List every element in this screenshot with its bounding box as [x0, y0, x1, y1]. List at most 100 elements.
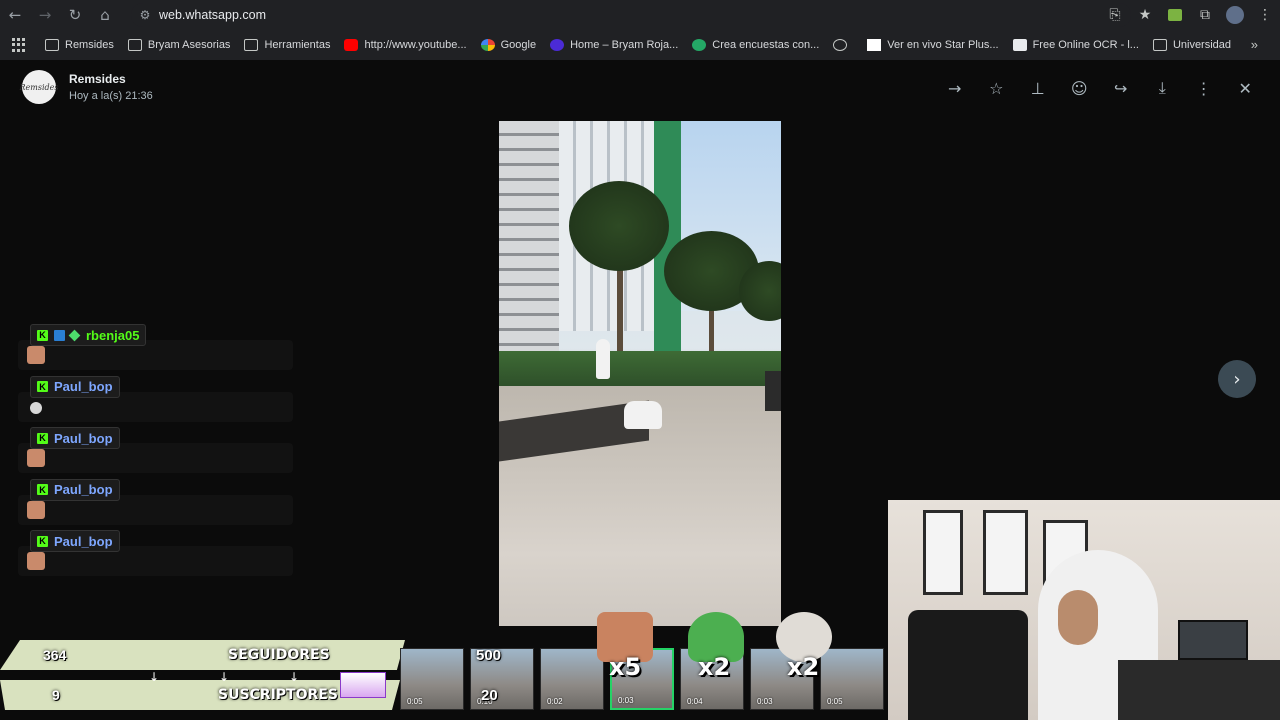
media-thumbnail[interactable]: 0:05: [820, 648, 884, 710]
bookmark-label: Remsides: [65, 39, 114, 51]
media-thumbnail[interactable]: 0:05: [400, 648, 464, 710]
bookmark-label: Ver en vivo Star Plus...: [887, 39, 999, 51]
pin-icon[interactable]: ⊥: [1017, 76, 1059, 100]
react-emoji-icon[interactable]: ☺: [1059, 76, 1101, 100]
bookmark-youtube[interactable]: http://www.youtube...: [337, 32, 473, 58]
verified-badge-icon: [54, 329, 65, 341]
down-arrow-icon: ↓: [289, 670, 300, 684]
media-thumbnail[interactable]: 0:02: [540, 648, 604, 710]
bookmark-universidad[interactable]: Universidad: [1146, 32, 1238, 58]
video-frame[interactable]: [499, 121, 781, 626]
followers-count: 364: [43, 647, 67, 663]
thumbnail-duration: 0:05: [407, 697, 423, 706]
profile-avatar-icon[interactable]: [1220, 0, 1250, 30]
home-icon[interactable]: ⌂: [90, 0, 120, 30]
close-icon[interactable]: ✕: [1225, 76, 1267, 100]
bookmark-google[interactable]: Google: [474, 32, 543, 58]
down-arrow-icon: ↓: [219, 670, 230, 684]
ocr-icon: [1012, 39, 1027, 51]
next-media-chevron-icon[interactable]: ›: [1218, 360, 1256, 398]
bookmark-label: Herramientas: [264, 39, 331, 51]
address-bar[interactable]: ⚙ web.whatsapp.com: [131, 3, 1131, 27]
video-building-left: [499, 121, 559, 351]
bookmark-globe[interactable]: [826, 32, 860, 58]
bookmark-remsides[interactable]: Remsides: [38, 32, 121, 58]
bookmark-star-plus[interactable]: Ver en vivo Star Plus...: [860, 32, 1005, 58]
install-app-icon[interactable]: ⎘: [1100, 0, 1130, 30]
chat-message: K rbenja05: [18, 322, 298, 374]
bookmark-home-bryam[interactable]: Home – Bryam Roja...: [543, 32, 685, 58]
desk: [1118, 660, 1280, 720]
google-icon: [480, 39, 495, 51]
forward-icon[interactable]: ↪: [1100, 76, 1142, 100]
desk-monitor: [1178, 620, 1248, 660]
bookmarks-bar: Remsides Bryam Asesorias Herramientas ht…: [0, 30, 1280, 60]
kick-badge-icon: K: [37, 432, 48, 444]
chat-username: Paul_bop: [54, 430, 113, 446]
back-arrow-icon[interactable]: ←: [0, 0, 30, 30]
star-icon[interactable]: ☆: [976, 76, 1018, 100]
chat-message: K Paul_bop: [18, 477, 298, 529]
thumbnail-duration: 0:05: [827, 697, 843, 706]
folder-icon: [45, 39, 59, 51]
kick-badge-icon: K: [37, 329, 48, 341]
globe-icon: [833, 39, 848, 51]
kick-badge-icon: K: [37, 484, 48, 495]
bookmark-star-icon[interactable]: ★: [1130, 0, 1160, 30]
extensions-puzzle-icon[interactable]: ⧉: [1190, 0, 1220, 30]
more-bookmarks-icon[interactable]: »: [1251, 37, 1258, 52]
bookmark-label: Universidad: [1172, 39, 1232, 51]
youtube-icon: [344, 39, 359, 51]
bookmark-label: Free Online OCR - l...: [1032, 39, 1139, 51]
chat-username: Paul_bop: [54, 379, 113, 394]
thumbnail-duration: 0:03: [618, 696, 634, 705]
diamond-badge-icon: [68, 329, 81, 341]
chat-message: K Paul_bop: [18, 528, 298, 580]
video-hedge: [499, 351, 781, 391]
bookmark-label: Home – Bryam Roja...: [570, 39, 679, 51]
selected-thumbnail[interactable]: [340, 672, 386, 698]
bookmark-encuestas[interactable]: Crea encuestas con...: [685, 32, 826, 58]
multiplier-label: x5: [609, 653, 642, 681]
bookmark-ocr[interactable]: Free Online OCR - l...: [1006, 32, 1146, 58]
chat-message: K Paul_bop: [18, 374, 298, 426]
followers-label: SEGUIDORES: [228, 647, 330, 663]
thumbnail-duration: 0:02: [547, 697, 563, 706]
palm-tree: [569, 181, 669, 271]
chat-username-tag: K Paul_bop: [30, 530, 120, 552]
download-icon[interactable]: ⤓: [1142, 76, 1184, 100]
chat-username-tag: K rbenja05: [30, 324, 147, 346]
wall-frame: [983, 510, 1028, 595]
forward-arrow-icon[interactable]: →: [30, 0, 60, 30]
kick-badge-icon: K: [37, 535, 48, 547]
multiplier-label: x2: [698, 653, 731, 681]
apps-grid-icon[interactable]: [12, 38, 26, 52]
subs-label: SUSCRIPTORES: [218, 687, 338, 703]
reload-icon[interactable]: ↻: [60, 0, 90, 30]
goal-bottom-number: 20: [481, 687, 498, 704]
site-settings-icon[interactable]: ⚙: [131, 8, 159, 22]
bookmark-herramientas[interactable]: Herramientas: [237, 32, 337, 58]
bookmark-bryam-asesorias[interactable]: Bryam Asesorias: [121, 32, 238, 58]
wall-frame: [923, 510, 963, 595]
emote-icon: [27, 346, 45, 364]
down-arrow-icon: ↓: [149, 670, 160, 684]
kick-badge-icon: K: [37, 381, 48, 392]
streamer-face: [1058, 590, 1098, 645]
bookmark-label: Bryam Asesorias: [147, 39, 231, 51]
folder-icon: [1152, 39, 1167, 51]
browser-menu-icon[interactable]: ⋮: [1250, 0, 1280, 30]
extension-icon[interactable]: [1160, 0, 1190, 30]
more-options-icon[interactable]: ⋮: [1183, 76, 1225, 100]
sender-time: Hoy a la(s) 21:36: [69, 90, 153, 102]
emote-icon: [30, 401, 42, 414]
bookmark-label: Crea encuestas con...: [712, 39, 820, 51]
address-url[interactable]: web.whatsapp.com: [159, 8, 266, 22]
viewer-toolbar: → ☆ ⊥ ☺ ↪ ⤓ ⋮ ✕: [934, 76, 1266, 100]
survey-icon: [692, 39, 707, 51]
sender-avatar[interactable]: Remsides: [20, 70, 58, 104]
streamer-webcam: [888, 500, 1280, 720]
go-to-message-icon[interactable]: →: [934, 76, 976, 100]
browser-actions: ⎘ ★ ⧉ ⋮: [1100, 0, 1280, 30]
video-person-standing: [596, 339, 610, 379]
